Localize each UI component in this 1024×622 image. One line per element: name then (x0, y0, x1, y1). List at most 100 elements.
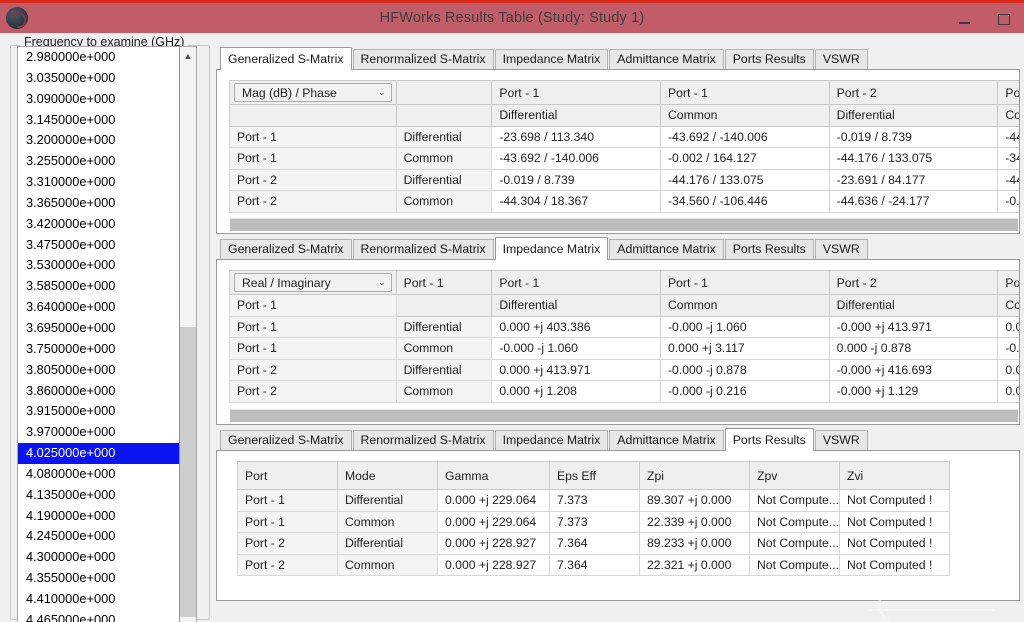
data-cell: Not Computed ! (839, 532, 950, 555)
frequency-item[interactable]: 3.585000e+000 (18, 276, 180, 297)
frequency-item[interactable]: 3.035000e+000 (18, 68, 180, 89)
tab-generalized-s-matrix[interactable]: Generalized S-Matrix (220, 430, 352, 450)
frequency-item[interactable]: 3.475000e+000 (18, 235, 180, 256)
chevron-up-icon[interactable]: ▲ (180, 47, 196, 64)
frequency-item[interactable]: 4.135000e+000 (18, 485, 180, 506)
frequency-item[interactable]: 3.420000e+000 (18, 214, 180, 235)
format-combo-cell: Real / Imaginary ⌄ (229, 270, 397, 295)
column-header[interactable]: Mode (337, 461, 438, 490)
section-impedance-matrix: Generalized S-Matrix Renormalized S-Matri… (216, 237, 1020, 425)
hscrollbar-impedance[interactable] (230, 409, 1018, 422)
frequency-item[interactable]: 3.365000e+000 (18, 193, 180, 214)
data-cell: -0.000 +j 416.693 (828, 358, 999, 381)
tab-ports-results[interactable]: Ports Results (724, 49, 814, 69)
data-cell: -43.692 / -140.006 (491, 147, 661, 170)
tab-admittance-matrix[interactable]: Admittance Matrix (609, 49, 724, 69)
frequency-item[interactable]: 4.410000e+000 (18, 589, 180, 610)
data-cell: -23.691 / 84.177 (828, 168, 999, 191)
data-cell: -0.000 -j 1.060 (491, 337, 661, 360)
table-header-row-modes: Port - 1DifferentialCommonDifferentialCo… (229, 294, 1019, 317)
table-header-row-ports: Real / Imaginary ⌄ Port - 1 Port - 1 Port - … (229, 270, 1019, 295)
tab-generalized-s-matrix[interactable]: Generalized S-Matrix (220, 47, 352, 70)
data-cell: 7.364 (549, 532, 640, 555)
data-cell: -0.000 -j 1.060 (660, 315, 830, 338)
data-cell: -44.176 / 133.075 (660, 168, 830, 191)
column-header[interactable]: Zpv (749, 461, 840, 490)
frequency-item[interactable]: 3.970000e+000 (18, 422, 180, 443)
hfworks-results-window: HFWorks Results Table (Study: Study 1) F… (0, 0, 1024, 622)
column-header[interactable]: Zvi (839, 461, 950, 490)
column-header[interactable]: Gamma (437, 461, 550, 490)
data-cell: 7.373 (549, 489, 640, 512)
frequency-item[interactable]: 3.750000e+000 (18, 339, 180, 360)
tab-renormalized-s-matrix[interactable]: Renormalized S-Matrix (352, 430, 494, 450)
section-ports-results: Generalized S-Matrix Renormalized S-Matri… (216, 428, 1020, 601)
tabstrip-generalized-s-matrix[interactable]: Generalized S-Matrix Renormalized S-Matri… (216, 47, 1020, 70)
frequency-item[interactable]: 3.200000e+000 (18, 130, 180, 151)
column-header-port: Port - 1 (660, 270, 830, 295)
column-header-port: Port - 2 (997, 80, 1019, 105)
frequency-list[interactable]: 2.980000e+000 3.035000e+000 3.090000e+000 3… (18, 47, 180, 622)
frequency-item[interactable]: 3.860000e+000 (18, 381, 180, 402)
column-header-port: Port - 1 (491, 80, 661, 105)
frequency-listbox[interactable]: 2.980000e+000 3.035000e+000 3.090000e+000 3… (17, 46, 197, 622)
frequency-item[interactable]: 3.695000e+000 (18, 318, 180, 339)
frequency-scrollbar-thumb[interactable] (180, 327, 196, 617)
tab-impedance-matrix[interactable]: Impedance Matrix (494, 430, 609, 450)
frequency-item-selected[interactable]: 4.025000e+000 (18, 443, 180, 464)
tab-admittance-matrix[interactable]: Admittance Matrix (609, 430, 724, 450)
data-cell: 7.364 (549, 553, 640, 576)
panel-impedance-matrix: Real / Imaginary ⌄ Port - 1 Port - 1 Port - … (216, 260, 1020, 425)
tab-vswr[interactable]: VSWR (814, 239, 868, 259)
tab-admittance-matrix[interactable]: Admittance Matrix (609, 239, 724, 259)
row-header-port: Port - 2 (229, 358, 397, 381)
tab-impedance-matrix[interactable]: Impedance Matrix (494, 49, 609, 69)
data-cell: -0.000 +j 1.129 (828, 380, 999, 403)
data-cell: 22.321 +j 0.000 (639, 553, 750, 576)
frequency-item[interactable]: 3.805000e+000 (18, 360, 180, 381)
section-generalized-s-matrix: Generalized S-Matrix Renormalized S-Matri… (216, 47, 1020, 234)
tab-vswr[interactable]: VSWR (814, 49, 868, 69)
tab-renormalized-s-matrix[interactable]: Renormalized S-Matrix (352, 49, 494, 69)
column-header-port: Port - 1 (395, 270, 493, 295)
hscrollbar-generalized[interactable] (230, 218, 1018, 231)
tabstrip-ports-results[interactable]: Generalized S-Matrix Renormalized S-Matri… (216, 428, 1020, 451)
frequency-item[interactable]: 4.300000e+000 (18, 547, 180, 568)
table-generalized-s-matrix: Mag (dB) / Phase ⌄ Port - 1 Port - 1 Port - … (229, 80, 1019, 213)
minimize-button[interactable] (944, 3, 984, 36)
tab-impedance-matrix[interactable]: Impedance Matrix (494, 237, 609, 260)
data-cell: -34.560 / -106.446 (660, 190, 830, 213)
frequency-item[interactable]: 4.190000e+000 (18, 506, 180, 527)
column-header[interactable]: Port (237, 461, 338, 490)
format-select-real-imaginary[interactable]: Real / Imaginary ⌄ (234, 273, 392, 292)
column-header[interactable]: Eps Eff (549, 461, 640, 490)
frequency-item[interactable]: 4.465000e+000 (18, 610, 180, 622)
format-select-mag-phase[interactable]: Mag (dB) / Phase ⌄ (234, 83, 392, 102)
frequency-item[interactable]: 3.255000e+000 (18, 151, 180, 172)
column-header[interactable]: Zpi (639, 461, 750, 490)
tab-vswr[interactable]: VSWR (814, 430, 868, 450)
table-header-row: Port Mode Gamma Eps Eff Zpi Zpv Zvi (237, 461, 950, 490)
frequency-item[interactable]: 3.090000e+000 (18, 89, 180, 110)
data-cell: 0.000 +j 1.208 (491, 380, 661, 403)
frequency-item[interactable]: 4.355000e+000 (18, 568, 180, 589)
row-header-port: Port - 1 (229, 337, 397, 360)
frequency-item[interactable]: 3.640000e+000 (18, 297, 180, 318)
tabstrip-impedance-matrix[interactable]: Generalized S-Matrix Renormalized S-Matri… (216, 237, 1020, 260)
tab-ports-results[interactable]: Ports Results (724, 428, 814, 451)
tab-generalized-s-matrix[interactable]: Generalized S-Matrix (220, 239, 352, 259)
frequency-item[interactable]: 3.310000e+000 (18, 172, 180, 193)
frequency-item[interactable]: 3.145000e+000 (18, 110, 180, 131)
data-cell: Not Computed ! (839, 489, 950, 512)
frequency-scrollbar[interactable]: ▲ (179, 47, 196, 622)
tab-renormalized-s-matrix[interactable]: Renormalized S-Matrix (352, 239, 494, 259)
maximize-button[interactable] (984, 3, 1024, 36)
frequency-item[interactable]: 4.080000e+000 (18, 464, 180, 485)
frequency-item[interactable]: 3.530000e+000 (18, 255, 180, 276)
frequency-item[interactable]: 4.245000e+000 (18, 526, 180, 547)
row-header-mode: Common (337, 553, 438, 576)
frequency-item[interactable]: 3.915000e+000 (18, 401, 180, 422)
data-cell: 89.233 +j 0.000 (639, 532, 750, 555)
tab-ports-results[interactable]: Ports Results (724, 239, 814, 259)
frequency-item[interactable]: 2.980000e+000 (18, 47, 180, 68)
